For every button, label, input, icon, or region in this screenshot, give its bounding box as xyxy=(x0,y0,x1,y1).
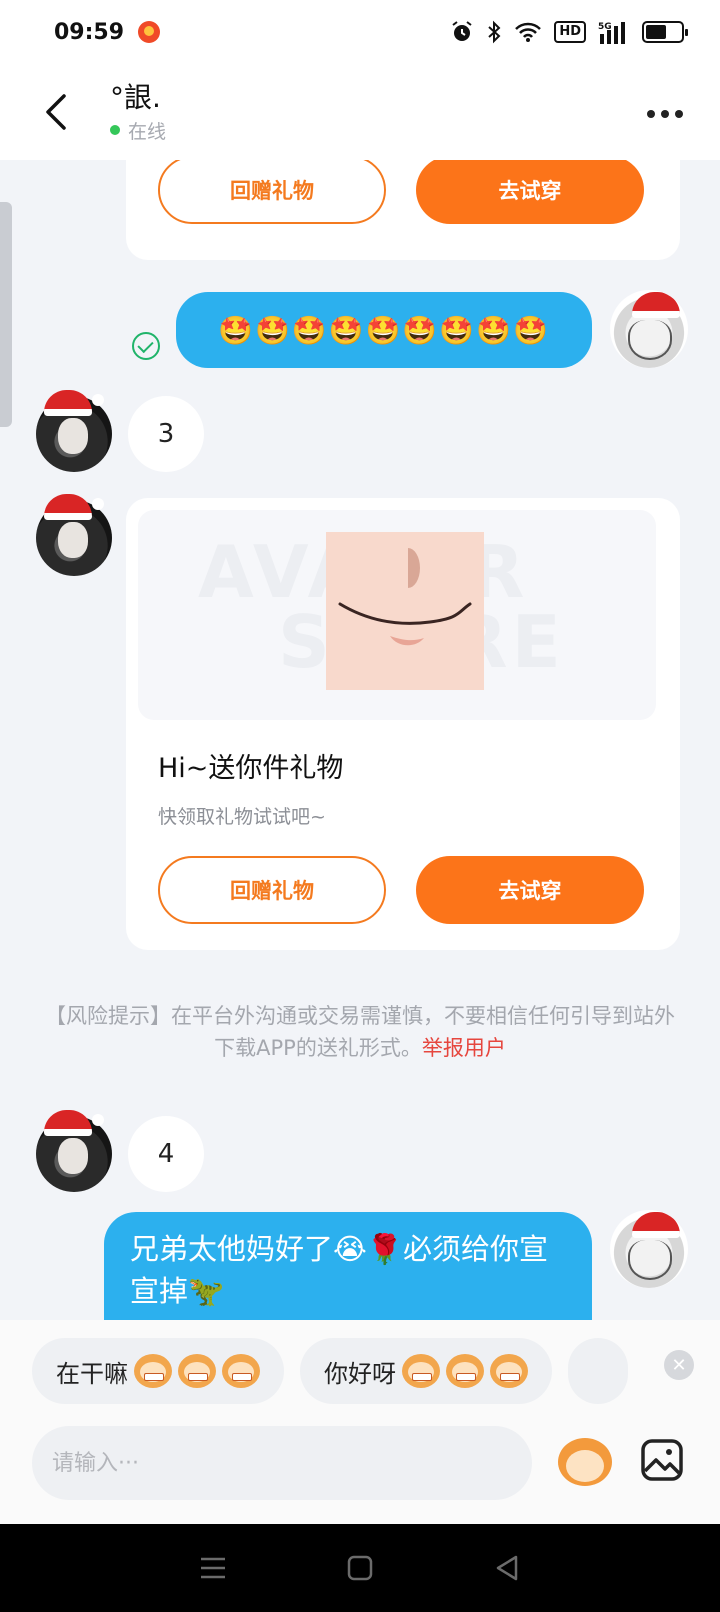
back-button[interactable] xyxy=(26,82,86,142)
back-arrow-icon xyxy=(46,94,66,130)
message-bubble-received[interactable]: 3 xyxy=(128,396,204,472)
return-gift-button[interactable]: 回赠礼物 xyxy=(158,160,386,224)
monkey-sticker-icon xyxy=(134,1354,172,1388)
online-status: 在线 xyxy=(110,117,166,144)
message-text: 兄弟太他妈好了😭🌹必须给你宣宣掉🦖 xyxy=(130,1232,548,1308)
wifi-icon xyxy=(515,22,542,42)
more-icon xyxy=(647,110,655,118)
monkey-sticker-icon xyxy=(222,1354,260,1388)
message-input[interactable] xyxy=(32,1426,532,1500)
try-on-button[interactable]: 去试穿 xyxy=(416,856,644,924)
signal-icon: 5G xyxy=(598,22,625,44)
monkey-sticker-icon xyxy=(178,1354,216,1388)
gift-title: Hi~送你件礼物 xyxy=(158,753,344,784)
gift-subtitle: 快领取礼物试试吧~ xyxy=(158,806,326,828)
bluetooth-icon xyxy=(488,20,501,44)
input-panel: 在干嘛 你好呀 ✕ xyxy=(0,1320,720,1524)
chat-messages[interactable]: 回赠礼物 去试穿 🤩🤩🤩🤩🤩🤩🤩🤩🤩 3 AVATAR STORE xyxy=(0,160,720,1320)
quick-reply-label: 你好呀 xyxy=(324,1359,396,1388)
monkey-sticker-icon xyxy=(446,1354,484,1388)
image-icon xyxy=(641,1439,683,1481)
santa-hat-icon xyxy=(632,1212,688,1238)
message-text: 🤩🤩🤩🤩🤩🤩🤩🤩🤩 xyxy=(218,313,550,347)
status-time: 09:59 xyxy=(54,19,125,45)
scroll-handle[interactable] xyxy=(0,202,12,427)
message-text: 4 xyxy=(157,1139,175,1169)
message-bubble-sent[interactable]: 🤩🤩🤩🤩🤩🤩🤩🤩🤩 xyxy=(176,292,592,368)
status-bar: 09:59 HD 5G xyxy=(0,0,720,64)
read-check-icon xyxy=(132,332,160,360)
hd-icon: HD xyxy=(554,21,586,43)
contact-avatar[interactable] xyxy=(36,1110,112,1192)
gift-item-image xyxy=(326,532,484,690)
chat-header: °詪. 在线 xyxy=(0,64,720,160)
risk-notice: 【风险提示】在平台外沟通或交易需谨慎，不要相信任何引导到站外下载APP的送礼形式… xyxy=(40,1000,680,1064)
contact-avatar[interactable] xyxy=(36,494,112,576)
quick-replies: 在干嘛 你好呀 xyxy=(32,1338,628,1404)
image-button[interactable] xyxy=(640,1438,684,1482)
sticker-button[interactable] xyxy=(556,1432,614,1490)
my-avatar[interactable] xyxy=(610,290,688,368)
online-label: 在线 xyxy=(128,120,167,143)
alarm-icon xyxy=(452,21,472,41)
return-gift-button[interactable]: 回赠礼物 xyxy=(158,856,386,924)
online-dot-icon xyxy=(110,125,120,135)
message-bubble-received[interactable]: 4 xyxy=(128,1116,204,1192)
santa-hat-icon xyxy=(44,390,104,416)
quick-reply-chip[interactable]: 在干嘛 xyxy=(32,1338,284,1404)
quick-reply-chip[interactable] xyxy=(568,1338,628,1404)
santa-hat-icon xyxy=(44,494,104,520)
battery-icon xyxy=(642,21,688,43)
home-icon xyxy=(347,1555,373,1581)
app-notification-icon xyxy=(138,21,161,43)
menu-icon xyxy=(201,1557,226,1579)
monkey-sticker-icon xyxy=(490,1354,528,1388)
santa-hat-icon xyxy=(632,292,688,318)
quick-reply-label: 在干嘛 xyxy=(56,1359,128,1388)
my-avatar[interactable] xyxy=(610,1210,688,1288)
risk-notice-text: 【风险提示】在平台外沟通或交易需谨慎，不要相信任何引导到站外下载APP的送礼形式… xyxy=(45,1004,675,1060)
home-button[interactable] xyxy=(340,1548,380,1588)
menu-button[interactable] xyxy=(193,1548,233,1588)
gift-card-partial: 回赠礼物 去试穿 xyxy=(126,160,680,260)
close-icon[interactable]: ✕ xyxy=(664,1350,694,1380)
gift-card[interactable]: AVATAR STORE Hi~送你件礼物 快领取礼物试试吧~ 回赠礼物 去试穿 xyxy=(126,498,680,950)
santa-hat-icon xyxy=(44,1110,104,1136)
message-bubble-sent[interactable]: 兄弟太他妈好了😭🌹必须给你宣宣掉🦖 xyxy=(104,1212,592,1320)
system-nav-bar xyxy=(0,1524,720,1612)
more-button[interactable] xyxy=(640,94,690,134)
gift-preview-image: AVATAR STORE xyxy=(138,510,656,720)
system-back-button[interactable] xyxy=(487,1548,527,1588)
message-text: 3 xyxy=(157,419,175,449)
monkey-sticker-icon xyxy=(402,1354,440,1388)
quick-reply-chip[interactable]: 你好呀 xyxy=(300,1338,552,1404)
try-on-button[interactable]: 去试穿 xyxy=(416,160,644,224)
report-user-link[interactable]: 举报用户 xyxy=(422,1036,506,1060)
contact-avatar[interactable] xyxy=(36,390,112,472)
back-icon xyxy=(496,1555,517,1581)
chat-title[interactable]: °詪. xyxy=(110,81,166,115)
